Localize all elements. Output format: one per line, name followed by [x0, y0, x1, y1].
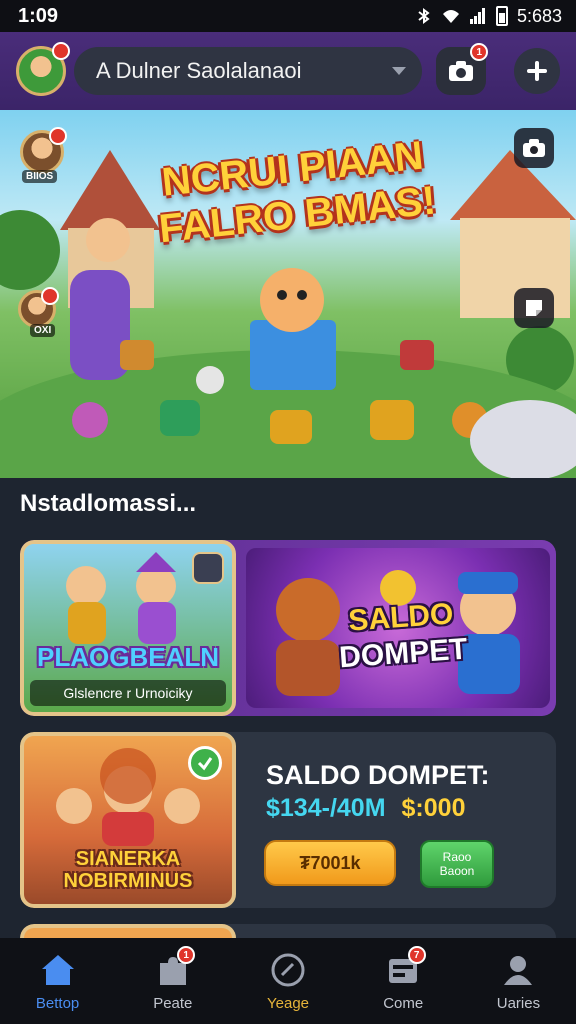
user-icon: [504, 955, 533, 985]
banner-avatar-2-label: OXI: [30, 324, 56, 337]
wallet-promo-title: SALDO DOMPET: [336, 596, 469, 677]
balance-amount-primary: $134-/40M: [266, 794, 386, 822]
nav-label: Peate: [153, 994, 193, 1012]
profile-avatar[interactable]: [16, 42, 70, 96]
banner-avatar-1-label: BIIOS: [22, 170, 58, 183]
nav-badge: 7: [407, 946, 426, 964]
account-selector[interactable]: A Dulner Saolalanaoi: [74, 47, 423, 95]
promo-banner[interactable]: NCRUI PIAAN FALRO BMAS! BIIOS OXI: [0, 110, 576, 478]
status-time: 1:09: [18, 4, 59, 27]
nav-label: Come: [383, 994, 424, 1012]
camera-badge: 1: [470, 43, 489, 61]
nav-label: Yeage: [267, 994, 309, 1012]
banner-sticker-button[interactable]: [514, 288, 554, 328]
battery-icon: [495, 6, 508, 26]
nav-item-puzzle[interactable]: 1 Peate: [115, 938, 230, 1024]
camera-icon: [449, 61, 474, 81]
banner-avatar-1[interactable]: [20, 127, 67, 174]
game-card-2[interactable]: SIANERKA NOBIRMINUS SALDO DOMPET: $134-/…: [20, 732, 556, 908]
section-title: Nstadlomassi...: [20, 490, 197, 517]
target-icon: [271, 953, 305, 986]
wallet-balance-label: SALDO DOMPET:: [266, 760, 490, 790]
balance-amount-secondary: $:000: [401, 794, 466, 822]
game-thumbnail-2[interactable]: SIANERKA NOBIRMINUS: [20, 732, 236, 908]
add-button[interactable]: [514, 48, 560, 94]
nav-item-home[interactable]: Bettop: [0, 938, 115, 1024]
nav-item-target[interactable]: Yeage: [230, 938, 345, 1024]
secondary-action-button[interactable]: Raoo Baoon: [420, 840, 494, 888]
thumbnail-title: PLAOGBEALN: [37, 642, 219, 672]
avatar-notification-badge: [52, 42, 70, 60]
banner-avatar-2[interactable]: [18, 287, 59, 328]
banner-camera-button[interactable]: [514, 128, 554, 168]
camera-icon: [523, 139, 545, 157]
wifi-icon: [442, 10, 459, 23]
game-card-1[interactable]: PLAOGBEALN Glslencre r Urnoiciky SALDO D…: [20, 540, 556, 716]
game-thumbnail-1[interactable]: PLAOGBEALN Glslencre r Urnoiciky: [20, 540, 236, 716]
sticker-icon: [526, 300, 542, 316]
home-icon: [41, 954, 74, 985]
thumbnail-caption: Glslencre r Urnoiciky: [30, 680, 226, 706]
camera-button[interactable]: 1: [436, 43, 489, 95]
status-right-text: 5:683: [516, 5, 562, 26]
nav-label: Uaries: [496, 994, 541, 1012]
chevron-down-icon: [392, 67, 407, 75]
nav-item-wallet[interactable]: 7 Come: [346, 938, 461, 1024]
account-selector-value: A Dulner Saolalanaoi: [96, 58, 302, 83]
app-header: A Dulner Saolalanaoi 1: [0, 32, 576, 110]
thumbnail-title: SIANERKA NOBIRMINUS: [63, 848, 193, 892]
notification-badge: [49, 127, 67, 145]
check-icon: [188, 746, 222, 780]
signal-icon: [469, 8, 485, 24]
bottom-navigation: Bettop 1 Peate Yeage 7 Come Uaries: [0, 938, 576, 1024]
nav-label: Bettop: [35, 994, 80, 1012]
nav-badge: 1: [177, 946, 196, 964]
status-bar: 1:09 5:683: [0, 0, 576, 32]
topup-button[interactable]: ₮7001k: [264, 840, 396, 886]
nav-item-profile[interactable]: Uaries: [461, 938, 576, 1024]
notification-badge: [41, 287, 59, 305]
wallet-balance-amounts: $134-/40M $:000: [266, 794, 465, 823]
status-icons: 5:683: [415, 6, 562, 27]
plus-icon: [527, 61, 548, 81]
bluetooth-icon: [418, 8, 430, 24]
secondary-button-line-1: Raoo: [442, 850, 472, 864]
secondary-button-line-2: Baoon: [439, 864, 475, 878]
wallet-promo-art[interactable]: SALDO DOMPET: [246, 548, 550, 708]
thumbnail-corner-icon: [192, 552, 224, 584]
